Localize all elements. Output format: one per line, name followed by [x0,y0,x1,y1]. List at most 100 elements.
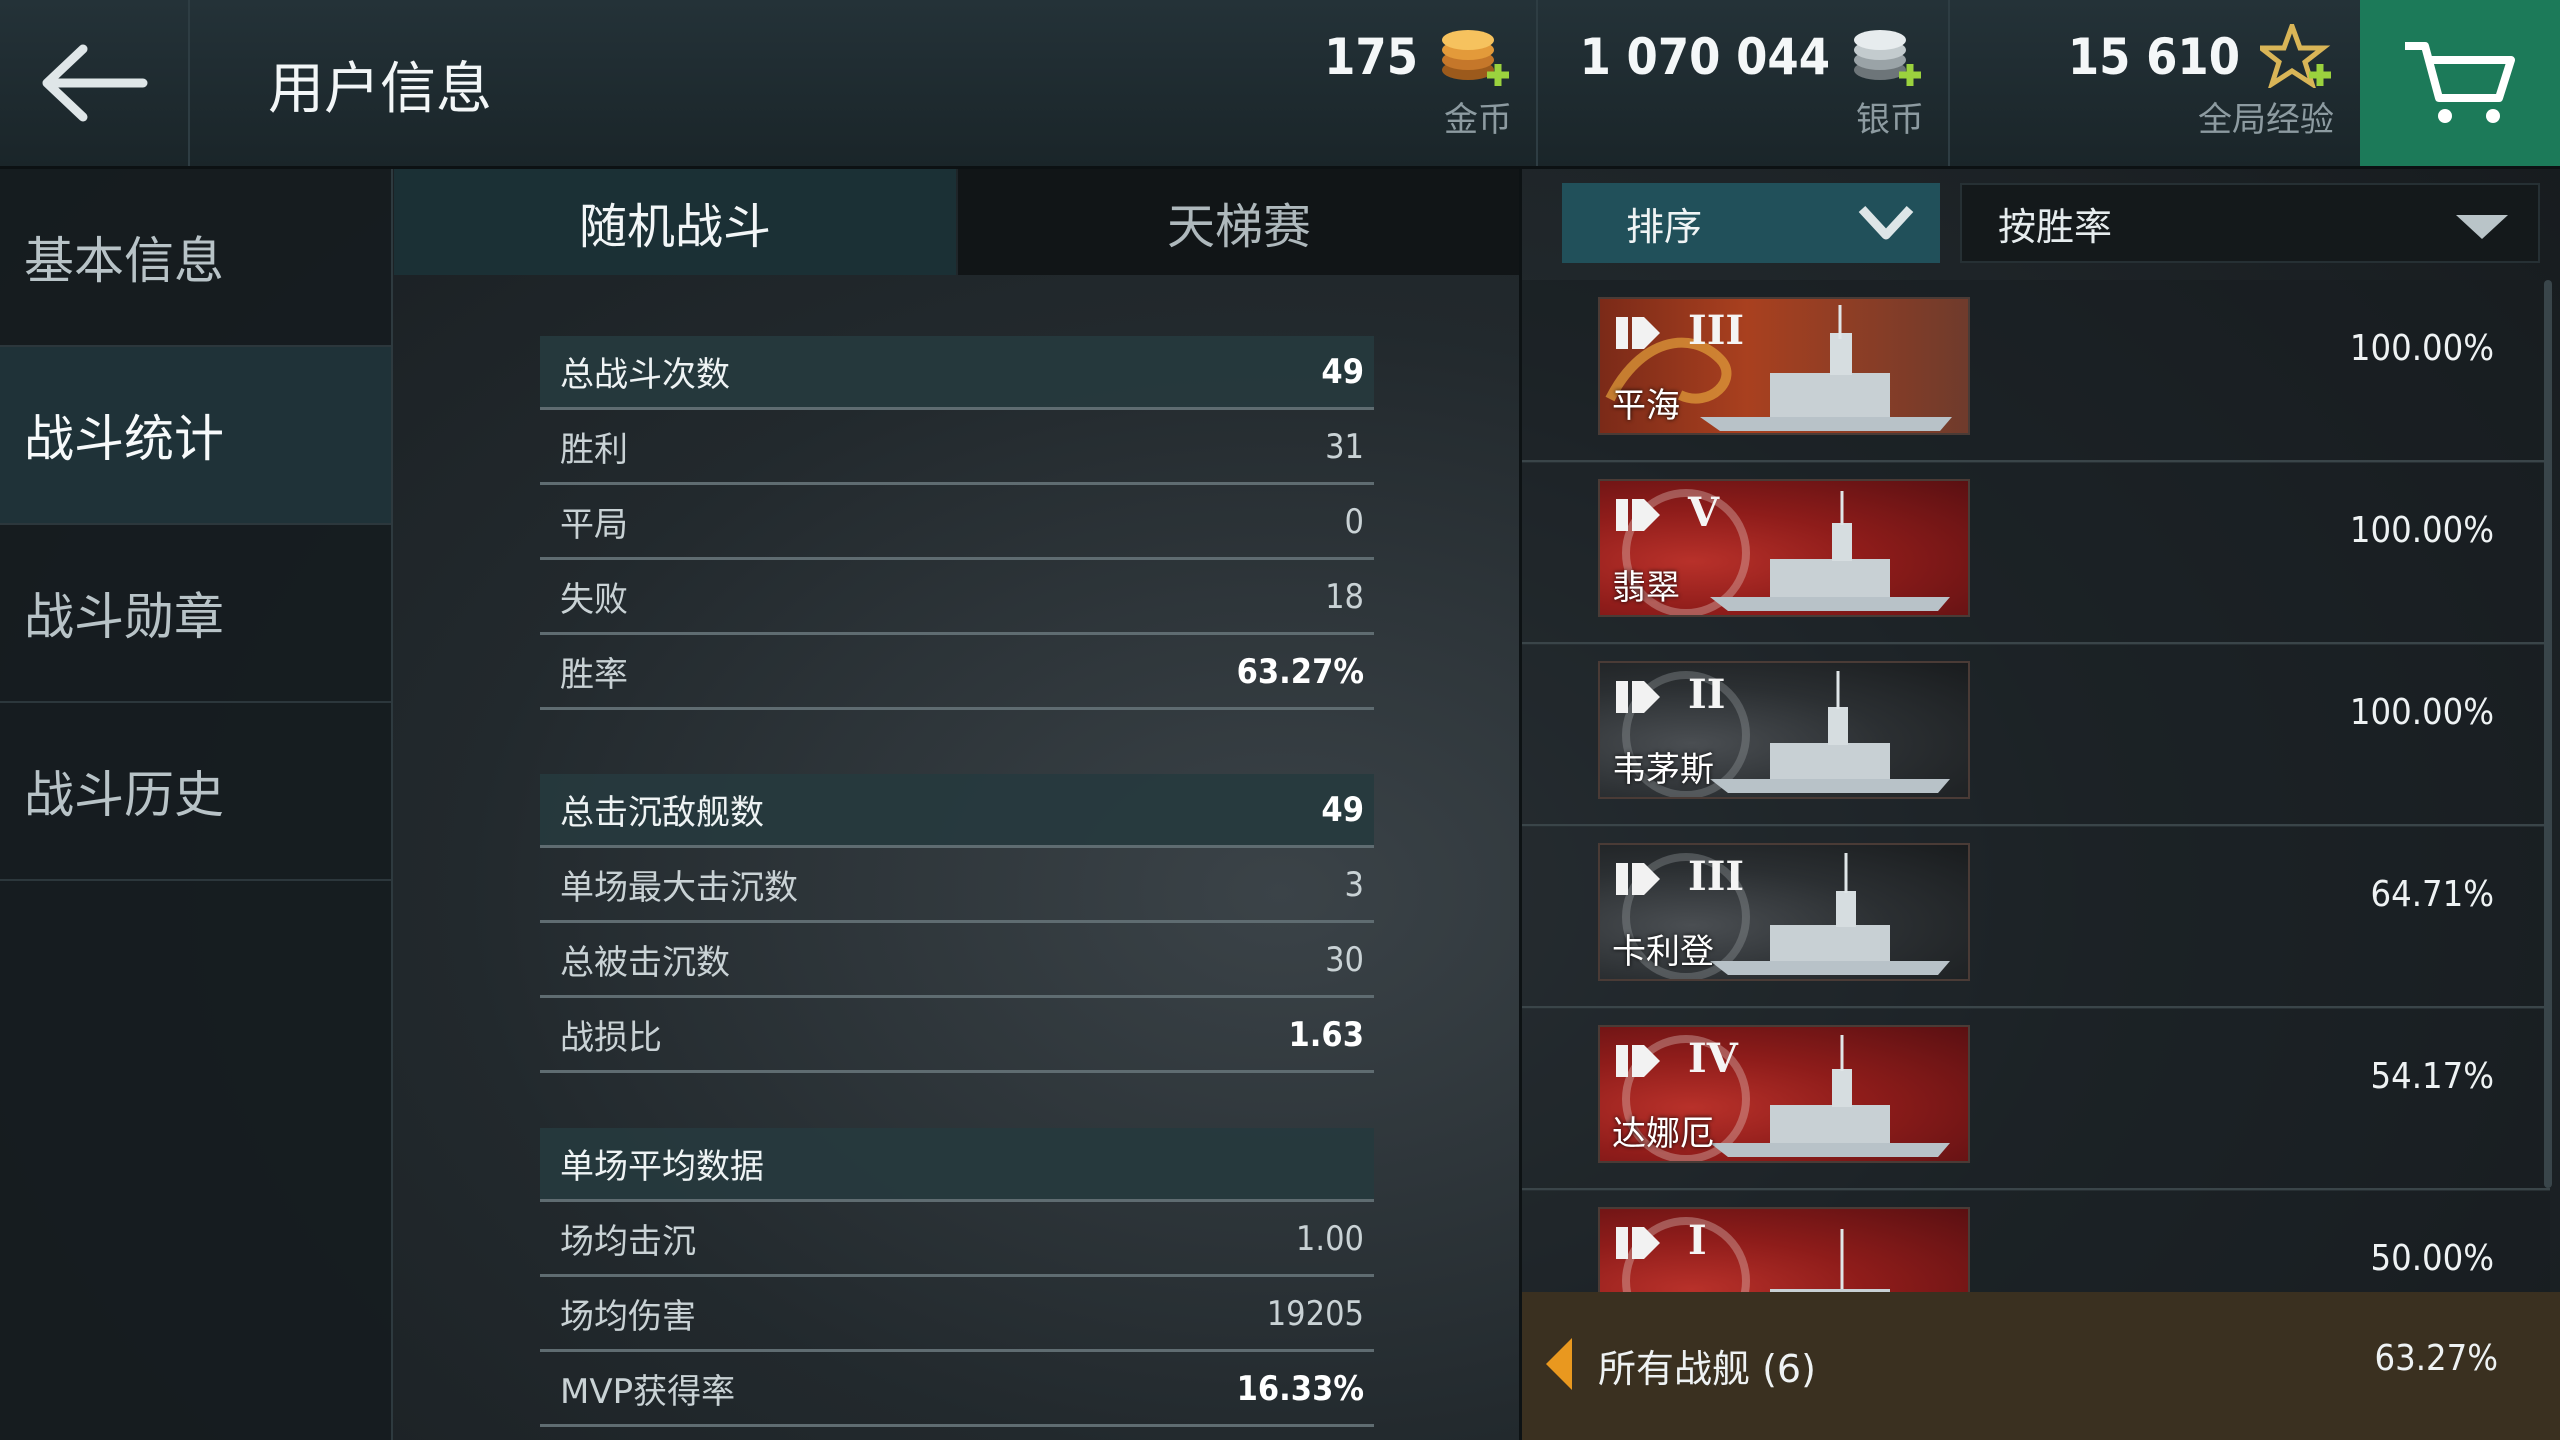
gold-coins-plus-icon [1442,30,1509,86]
ship-win-rate: 100.00% [2349,692,2494,733]
stat-row-win-rate: 胜率 63.27% [540,636,1374,710]
silver-value: 1 070 044 [1579,28,1830,86]
ship-win-rate: 64.71% [2370,874,2494,915]
stat-header-total-kills: 总击沉敌舰数 49 [540,774,1374,848]
triangle-left-icon [1546,1338,1572,1390]
xp-currency[interactable]: 15 610 全局经验 [1948,0,2358,166]
shop-cart-button[interactable] [2360,0,2560,166]
cart-icon [2405,42,2515,123]
ship-class-icon [1616,863,1660,895]
ship-card: IV 达娜厄 [1598,1025,1970,1163]
back-arrow-icon [42,44,148,122]
all-ships-win-rate: 63.27% [2374,1338,2498,1379]
sort-label: 排序 [1626,204,1703,249]
stat-row-kd-ratio: 战损比 1.63 [540,999,1374,1073]
stat-value: 0 [1344,501,1364,542]
top-bar: 用户信息 175 金币 1 070 044 银币 15 610 全局经验 [0,0,2560,169]
sidebar-item-basic-info[interactable]: 基本信息 [0,169,391,347]
ship-win-rate: 100.00% [2349,510,2494,551]
gold-value: 175 [1324,28,1418,86]
ship-class-icon [1616,317,1660,349]
gold-currency[interactable]: 175 金币 [1280,0,1538,166]
ship-card: III 卡利登 [1598,843,1970,981]
gold-label: 金币 [1444,100,1512,140]
sidebar: 基本信息 战斗统计 战斗勋章 战斗历史 [0,169,393,1440]
stat-label: 失败 [560,580,628,620]
xp-label: 全局经验 [2198,100,2334,140]
ship-name: 达娜厄 [1612,1114,1714,1154]
ship-name: 平海 [1612,386,1680,426]
ship-tier: II [1688,671,1726,718]
ship-row[interactable]: I 50.00% [1522,1190,2550,1292]
ship-tier: V [1688,489,1720,536]
ship-row[interactable]: V 翡翠 100.00% [1522,462,2550,645]
ship-tier: I [1688,1217,1707,1264]
sidebar-item-battle-history[interactable]: 战斗历史 [0,703,391,881]
sidebar-item-battle-stats[interactable]: 战斗统计 [0,347,391,525]
ship-row[interactable]: II 韦茅斯 100.00% [1522,644,2550,827]
stat-value: 18 [1325,576,1364,617]
stat-value: 30 [1325,939,1364,980]
stat-value: 49 [1321,351,1364,392]
sort-order-dropdown[interactable]: 按胜率 [1960,183,2540,263]
tab-random-battle[interactable]: 随机战斗 [394,169,956,275]
tab-label: 随机战斗 [578,199,771,255]
sidebar-item-label: 战斗勋章 [24,588,224,646]
chevron-down-icon [1858,205,1914,240]
stat-header-total-battles: 总战斗次数 49 [540,336,1374,410]
tab-ranked[interactable]: 天梯赛 [958,169,1520,275]
all-ships-label: 所有战舰 (6) [1598,1347,1816,1391]
stat-label: 总战斗次数 [560,355,730,395]
ship-class-icon [1616,1227,1660,1259]
stat-value: 31 [1325,426,1364,467]
sidebar-item-medals[interactable]: 战斗勋章 [0,525,391,703]
silver-label: 银币 [1856,100,1924,140]
stat-label: MVP获得率 [560,1372,736,1412]
stat-label: 单场最大击沉数 [560,868,798,908]
ship-row[interactable]: IV 达娜厄 54.17% [1522,1008,2550,1191]
ship-list: III 平海 100.00% V 翡翠 100.00% II 韦茅斯 100.0… [1522,280,2550,1292]
ship-card: V 翡翠 [1598,479,1970,617]
stat-label: 总击沉敌舰数 [560,793,764,833]
stat-label: 单场平均数据 [560,1147,764,1187]
stat-label: 场均伤害 [560,1297,696,1337]
ship-row[interactable]: III 平海 100.00% [1522,280,2550,463]
stat-value: 1.00 [1295,1218,1364,1259]
ship-name: 卡利登 [1612,932,1714,972]
stat-value: 19205 [1266,1293,1364,1334]
ship-card: II 韦茅斯 [1598,661,1970,799]
stat-row-mvp-rate: MVP获得率 16.33% [540,1353,1374,1427]
stat-row-avg-damage: 场均伤害 19205 [540,1278,1374,1352]
back-button[interactable] [0,0,190,166]
ship-class-icon [1616,1045,1660,1077]
stat-label: 战损比 [560,1018,662,1058]
ship-class-icon [1616,681,1660,713]
sort-dropdown[interactable]: 排序 [1562,183,1940,263]
stat-label: 胜利 [560,430,628,470]
stat-header-averages: 单场平均数据 [540,1128,1374,1202]
stat-label: 胜率 [560,655,628,695]
stat-row-avg-kills: 场均击沉 1.00 [540,1203,1374,1277]
stat-row-wins: 胜利 31 [540,411,1374,485]
stat-row-max-kills: 单场最大击沉数 3 [540,849,1374,923]
stat-value: 16.33% [1236,1368,1364,1409]
star-plus-icon [2260,24,2331,88]
ship-win-rate: 100.00% [2349,328,2494,369]
ship-win-rate: 54.17% [2370,1056,2494,1097]
stat-row-losses: 失败 18 [540,561,1374,635]
sidebar-item-label: 战斗统计 [24,410,224,468]
silver-currency[interactable]: 1 070 044 银币 [1536,0,1950,166]
ship-card: III 平海 [1598,297,1970,435]
ship-name: 翡翠 [1612,568,1680,608]
ship-list-scrollbar[interactable] [2544,280,2552,1188]
ship-tier: III [1688,307,1745,354]
ship-row[interactable]: III 卡利登 64.71% [1522,826,2550,1009]
silver-coins-plus-icon [1854,30,1921,86]
all-ships-summary[interactable]: 所有战舰 (6) 63.27% [1522,1292,2560,1440]
stat-value: 49 [1321,789,1364,830]
ship-tier: IV [1688,1035,1738,1082]
stat-value: 63.27% [1236,651,1364,692]
sidebar-item-label: 战斗历史 [24,766,224,824]
stat-value: 1.63 [1288,1014,1364,1055]
page-title: 用户信息 [268,57,492,122]
